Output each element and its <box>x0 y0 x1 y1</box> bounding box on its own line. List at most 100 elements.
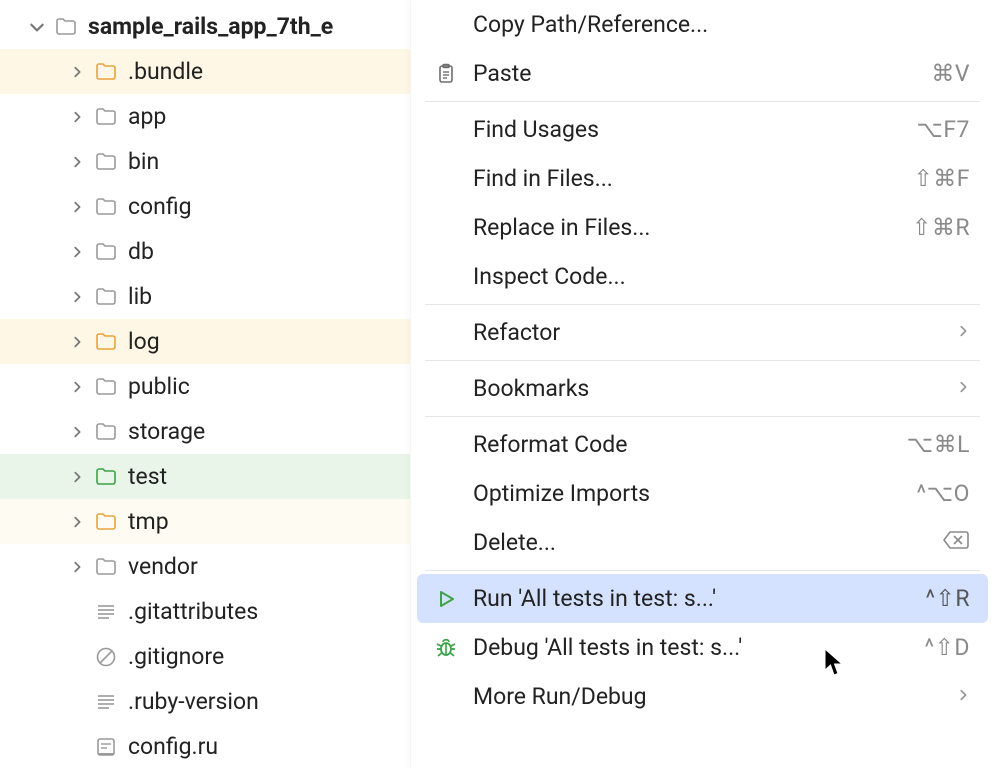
folder-icon <box>94 375 118 399</box>
menu-item[interactable]: Find Usages⌥F7 <box>417 105 988 154</box>
chevron-down-icon[interactable] <box>26 16 48 38</box>
folder-icon <box>94 285 118 309</box>
menu-item-label: Replace in Files... <box>473 214 912 241</box>
menu-shortcut: ⌘V <box>931 60 970 87</box>
menu-item-label: Inspect Code... <box>473 263 970 290</box>
folder-icon <box>94 150 118 174</box>
menu-separator <box>425 570 980 571</box>
menu-item-label: Reformat Code <box>473 431 907 458</box>
menu-item[interactable]: Reformat Code⌥⌘L <box>417 420 988 469</box>
menu-shortcut: ⇧⌘R <box>912 214 970 241</box>
menu-separator <box>425 304 980 305</box>
menu-item[interactable]: Delete... <box>417 518 988 567</box>
chevron-right-icon <box>956 683 970 710</box>
chevron-right-icon[interactable] <box>66 421 88 443</box>
tree-item[interactable]: app <box>0 94 410 139</box>
chevron-right-icon[interactable] <box>66 286 88 308</box>
tree-item[interactable]: lib <box>0 274 410 319</box>
tree-item-label: config <box>128 193 192 220</box>
menu-separator <box>425 416 980 417</box>
menu-item[interactable]: Find in Files...⇧⌘F <box>417 154 988 203</box>
folder-icon <box>94 195 118 219</box>
tree-item[interactable]: public <box>0 364 410 409</box>
debug-icon <box>431 633 461 663</box>
menu-item[interactable]: Copy Path/Reference... <box>417 0 988 49</box>
tree-item[interactable]: bin <box>0 139 410 184</box>
menu-shortcut: ⇧⌘F <box>914 165 970 192</box>
menu-separator <box>425 360 980 361</box>
tree-item[interactable]: storage <box>0 409 410 454</box>
tree-item[interactable]: config <box>0 184 410 229</box>
tree-item[interactable]: db <box>0 229 410 274</box>
folder-icon <box>94 105 118 129</box>
tree-item-label: tmp <box>128 508 169 535</box>
paste-icon <box>431 59 461 89</box>
folder-icon <box>54 15 78 39</box>
menu-item-label: Find in Files... <box>473 165 914 192</box>
ignore-file-icon <box>94 645 118 669</box>
text-file-icon <box>94 600 118 624</box>
menu-item-label: Bookmarks <box>473 375 956 402</box>
menu-item[interactable]: More Run/Debug <box>417 672 988 721</box>
tree-item-label: app <box>128 103 166 130</box>
run-icon <box>431 584 461 614</box>
chevron-right-icon[interactable] <box>66 106 88 128</box>
tree-item-label: lib <box>128 283 152 310</box>
folder-icon <box>94 60 118 84</box>
folder-icon <box>94 555 118 579</box>
chevron-right-icon[interactable] <box>66 241 88 263</box>
tree-root[interactable]: sample_rails_app_7th_e <box>0 4 410 49</box>
tree-item[interactable]: .ruby-version <box>0 679 410 724</box>
tree-item-label: .ruby-version <box>128 688 259 715</box>
text-file-icon <box>94 735 118 759</box>
menu-item[interactable]: Optimize Imports^⌥O <box>417 469 988 518</box>
menu-item[interactable]: Replace in Files...⇧⌘R <box>417 203 988 252</box>
tree-item[interactable]: .bundle <box>0 49 410 94</box>
tree-item-label: log <box>128 328 160 355</box>
chevron-right-icon[interactable] <box>66 61 88 83</box>
text-file-icon <box>94 690 118 714</box>
menu-item[interactable]: Refactor <box>417 308 988 357</box>
folder-icon <box>94 465 118 489</box>
tree-item[interactable]: .gitignore <box>0 634 410 679</box>
tree-item-label: config.ru <box>128 733 218 760</box>
menu-shortcut: ^⌥O <box>917 480 970 507</box>
menu-item[interactable]: Debug 'All tests in test: s...'^⇧D <box>417 623 988 672</box>
tree-item-label: .gitignore <box>128 643 224 670</box>
menu-shortcut: ⌥F7 <box>916 116 970 143</box>
menu-item[interactable]: Inspect Code... <box>417 252 988 301</box>
menu-item-label: Find Usages <box>473 116 916 143</box>
menu-item[interactable]: Bookmarks <box>417 364 988 413</box>
chevron-right-icon[interactable] <box>66 376 88 398</box>
tree-item-label: db <box>128 238 154 265</box>
menu-item[interactable]: Run 'All tests in test: s...'^⇧R <box>417 574 988 623</box>
tree-item-label: vendor <box>128 553 198 580</box>
chevron-right-icon[interactable] <box>66 151 88 173</box>
menu-shortcut: ⌥⌘L <box>907 431 970 458</box>
chevron-right-icon <box>956 375 970 402</box>
menu-shortcut: ^⇧D <box>925 634 970 661</box>
tree-item[interactable]: tmp <box>0 499 410 544</box>
tree-item-label: bin <box>128 148 159 175</box>
chevron-right-icon[interactable] <box>66 556 88 578</box>
chevron-right-icon <box>956 319 970 346</box>
tree-item[interactable]: log <box>0 319 410 364</box>
menu-item[interactable]: Paste⌘V <box>417 49 988 98</box>
tree-item[interactable]: test <box>0 454 410 499</box>
tree-item-label: storage <box>128 418 205 445</box>
menu-item-label: Paste <box>473 60 931 87</box>
chevron-right-icon[interactable] <box>66 196 88 218</box>
tree-item[interactable]: config.ru <box>0 724 410 768</box>
tree-item[interactable]: .gitattributes <box>0 589 410 634</box>
chevron-right-icon[interactable] <box>66 511 88 533</box>
tree-item-label: .gitattributes <box>128 598 258 625</box>
menu-item-label: Optimize Imports <box>473 480 917 507</box>
delete-key-icon <box>942 529 970 556</box>
chevron-right-icon[interactable] <box>66 466 88 488</box>
menu-separator <box>425 101 980 102</box>
tree-item[interactable]: vendor <box>0 544 410 589</box>
menu-item-label: Refactor <box>473 319 956 346</box>
folder-icon <box>94 510 118 534</box>
chevron-right-icon[interactable] <box>66 331 88 353</box>
menu-item-label: Run 'All tests in test: s...' <box>473 585 925 612</box>
